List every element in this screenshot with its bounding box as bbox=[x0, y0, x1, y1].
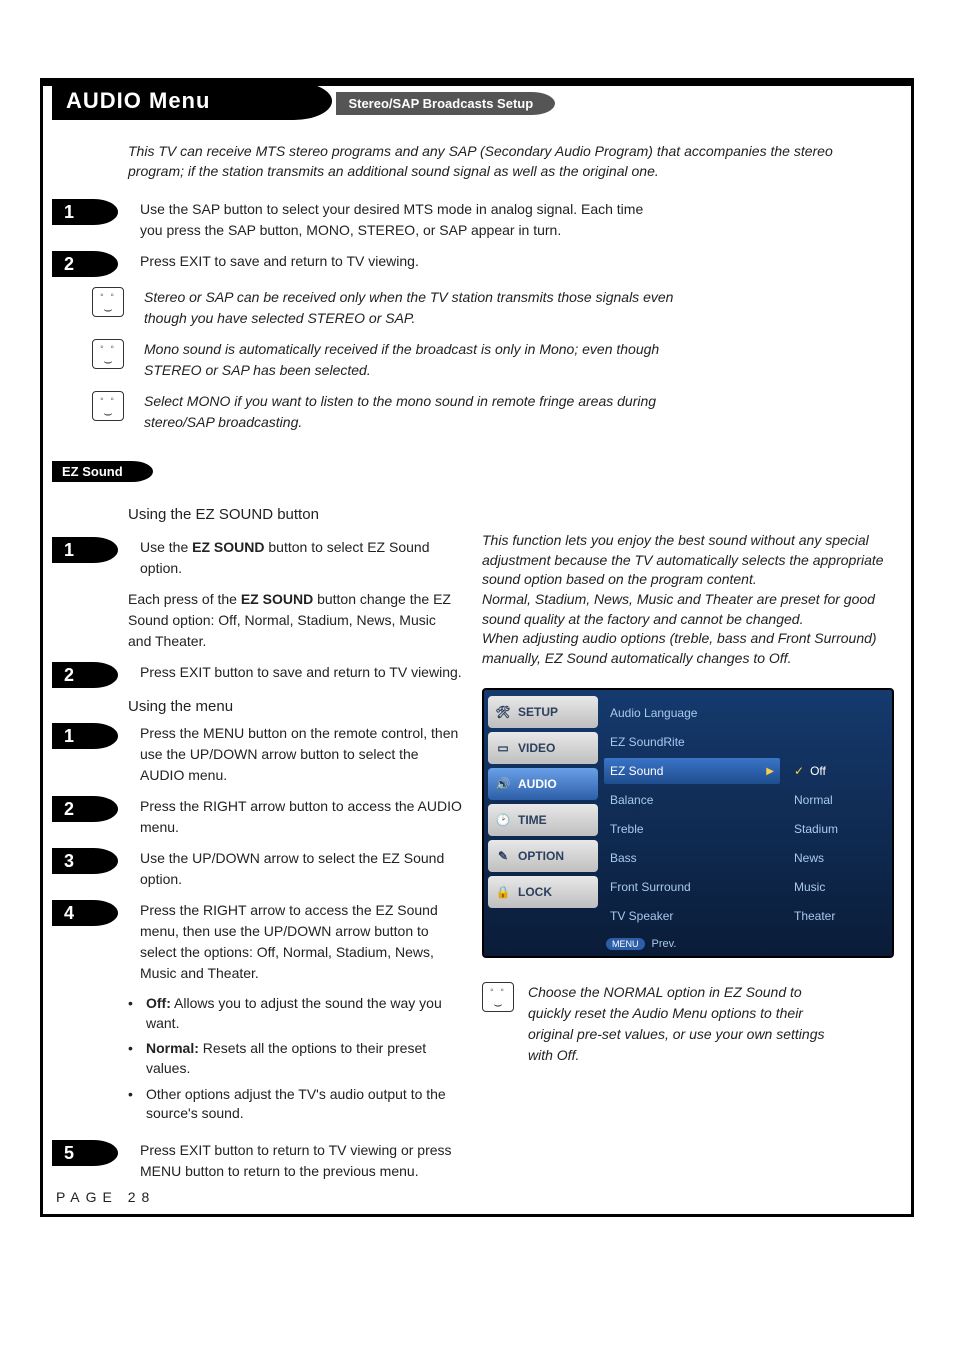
ez-sound-right-note: Choose the NORMAL option in EZ Sound to … bbox=[482, 982, 902, 1066]
page-title: AUDIO Menu bbox=[52, 82, 332, 120]
section-stereo-sap-heading: Stereo/SAP Broadcasts Setup bbox=[336, 92, 555, 115]
ez-btn-step-2: 2 Press EXIT button to save and return t… bbox=[52, 662, 462, 688]
tv-submenu-item: News bbox=[788, 845, 888, 871]
list-item: Normal: Resets all the options to their … bbox=[128, 1039, 456, 1078]
tab-label: SETUP bbox=[518, 705, 558, 719]
tv-submenu-item: Theater bbox=[788, 903, 888, 929]
menu-badge-icon: MENU bbox=[606, 938, 645, 950]
tab-icon: 🔒 bbox=[494, 883, 512, 901]
tv-tab-audio: 🔊 AUDIO bbox=[488, 768, 598, 800]
step-text: Use the SAP button to select your desire… bbox=[140, 199, 660, 241]
tv-tab-setup: 🛠 SETUP bbox=[488, 696, 598, 728]
step-text: Each press of the EZ SOUND button change… bbox=[128, 589, 462, 652]
note-icon bbox=[482, 982, 514, 1012]
ez-menu-step-3: 3 Use the UP/DOWN arrow to select the EZ… bbox=[52, 848, 462, 890]
tab-icon: 🕑 bbox=[494, 811, 512, 829]
step-number: 2 bbox=[52, 251, 118, 277]
step-number: 1 bbox=[52, 199, 118, 225]
step-number: 5 bbox=[52, 1140, 118, 1166]
step-text: Use the EZ SOUND button to select EZ Sou… bbox=[140, 537, 462, 579]
step-number: 3 bbox=[52, 848, 118, 874]
list-item: Other options adjust the TV's audio outp… bbox=[128, 1085, 456, 1124]
tv-osd-menu: 🛠 SETUP ▭ VIDEO 🔊 AUDIO 🕑 TIME ✎ OPTION 🔒 LOCK Audi… bbox=[482, 688, 894, 958]
tv-menu-item: Balance bbox=[604, 787, 780, 813]
tv-tab-video: ▭ VIDEO bbox=[488, 732, 598, 764]
step-text: Press the RIGHT arrow button to access t… bbox=[140, 796, 462, 838]
tab-icon: ▭ bbox=[494, 739, 512, 757]
tv-menu-item: EZ SoundRite bbox=[604, 729, 780, 755]
arrow-right-icon: ▶ bbox=[766, 766, 774, 777]
tab-label: VIDEO bbox=[518, 741, 555, 755]
list-item: Off: Allows you to adjust the sound the … bbox=[128, 994, 456, 1033]
tv-menu-item: TV Speaker bbox=[604, 903, 780, 929]
s1-note-3: Select MONO if you want to listen to the… bbox=[52, 391, 902, 433]
tab-label: LOCK bbox=[518, 885, 552, 899]
tv-submenu-item: Music bbox=[788, 874, 888, 900]
step-text: Press the MENU button on the remote cont… bbox=[140, 723, 462, 786]
step-number: 1 bbox=[52, 537, 118, 563]
tab-icon: ✎ bbox=[494, 847, 512, 865]
step-text: Press EXIT to save and return to TV view… bbox=[140, 251, 419, 272]
tv-tab-lock: 🔒 LOCK bbox=[488, 876, 598, 908]
tv-tab-option: ✎ OPTION bbox=[488, 840, 598, 872]
tv-menu-item: Bass bbox=[604, 845, 780, 871]
tv-submenu-item: Off bbox=[788, 758, 888, 784]
step-text: Press the RIGHT arrow to access the EZ S… bbox=[140, 900, 462, 984]
tv-submenu-item: Stadium bbox=[788, 816, 888, 842]
tv-menu-item: EZ Sound▶ bbox=[604, 758, 780, 784]
ez-menu-step-4: 4 Press the RIGHT arrow to access the EZ… bbox=[52, 900, 462, 984]
step-text: Press EXIT button to return to TV viewin… bbox=[140, 1140, 462, 1182]
section-ez-sound-heading: EZ Sound bbox=[52, 461, 153, 482]
ez-options-list: Off: Allows you to adjust the sound the … bbox=[128, 994, 462, 1124]
ez-sound-description: This function lets you enjoy the best so… bbox=[482, 531, 902, 668]
page-number: PAGE 28 bbox=[56, 1189, 155, 1205]
tv-prev-hint: MENU Prev. bbox=[604, 938, 780, 950]
step-number: 2 bbox=[52, 662, 118, 688]
tab-label: TIME bbox=[518, 813, 547, 827]
s1-step-1: 1 Use the SAP button to select your desi… bbox=[52, 199, 902, 241]
tv-menu-item: Audio Language bbox=[604, 700, 780, 726]
note-icon bbox=[92, 287, 124, 317]
note-text: Mono sound is automatically received if … bbox=[144, 339, 704, 381]
tv-tab-time: 🕑 TIME bbox=[488, 804, 598, 836]
tab-icon: 🛠 bbox=[494, 703, 512, 721]
ez-menu-step-1: 1 Press the MENU button on the remote co… bbox=[52, 723, 462, 786]
tab-label: OPTION bbox=[518, 849, 564, 863]
note-icon bbox=[92, 339, 124, 369]
s1-note-1: Stereo or SAP can be received only when … bbox=[52, 287, 902, 329]
step-number: 2 bbox=[52, 796, 118, 822]
ez-btn-step-1: 1 Use the EZ SOUND button to select EZ S… bbox=[52, 537, 462, 579]
tab-label: AUDIO bbox=[518, 777, 557, 791]
note-text: Stereo or SAP can be received only when … bbox=[144, 287, 704, 329]
tv-menu-item: Front Surround bbox=[604, 874, 780, 900]
sub-heading-menu: Using the menu bbox=[128, 698, 462, 715]
ez-btn-extra: Each press of the EZ SOUND button change… bbox=[52, 589, 462, 652]
step-text: Use the UP/DOWN arrow to select the EZ S… bbox=[140, 848, 462, 890]
note-text: Select MONO if you want to listen to the… bbox=[144, 391, 704, 433]
s1-note-2: Mono sound is automatically received if … bbox=[52, 339, 902, 381]
s1-step-2: 2 Press EXIT to save and return to TV vi… bbox=[52, 251, 902, 277]
note-icon bbox=[92, 391, 124, 421]
step-text: Press EXIT button to save and return to … bbox=[140, 662, 462, 683]
step-number: 1 bbox=[52, 723, 118, 749]
ez-menu-step-5: 5 Press EXIT button to return to TV view… bbox=[52, 1140, 462, 1182]
tv-menu-item: Treble bbox=[604, 816, 780, 842]
note-text: Choose the NORMAL option in EZ Sound to … bbox=[528, 982, 848, 1066]
sub-heading-button: Using the EZ SOUND button bbox=[128, 506, 902, 523]
step-number: 4 bbox=[52, 900, 118, 926]
tv-submenu-item: Normal bbox=[788, 787, 888, 813]
ez-menu-step-2: 2 Press the RIGHT arrow button to access… bbox=[52, 796, 462, 838]
tab-icon: 🔊 bbox=[494, 775, 512, 793]
section-stereo-sap-intro: This TV can receive MTS stereo programs … bbox=[128, 142, 848, 181]
